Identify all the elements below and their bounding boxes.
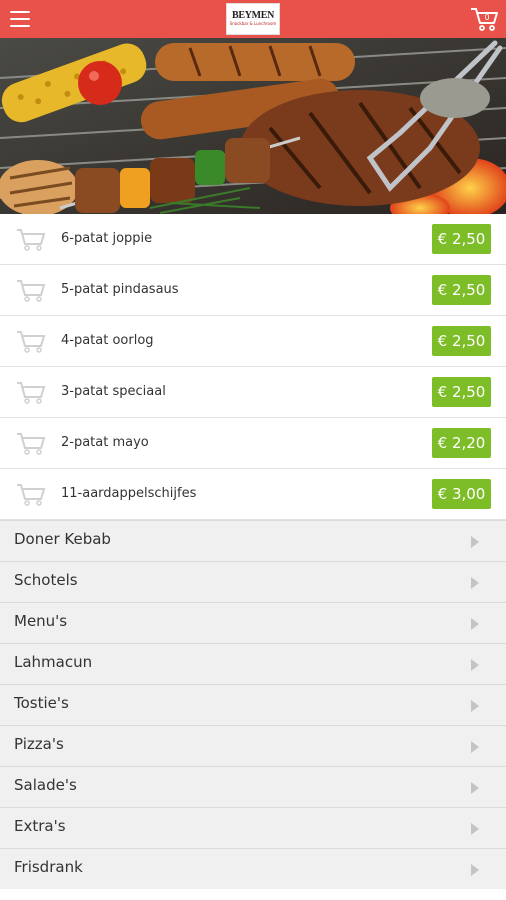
product-row[interactable]: 11-aardappelschijfes € 3,00 — [0, 469, 506, 520]
category-schotels[interactable]: Schotels — [0, 561, 506, 602]
cart-icon[interactable] — [16, 279, 46, 303]
chevron-right-icon — [471, 823, 479, 835]
cart-icon[interactable] — [16, 483, 46, 507]
product-name: 5-patat pindasaus — [61, 282, 179, 297]
category-label: Frisdrank — [14, 858, 83, 876]
category-label: Salade's — [14, 776, 77, 794]
product-name: 11-aardappelschijfes — [61, 486, 197, 501]
category-list: Doner Kebab Schotels Menu's Lahmacun Tos… — [0, 520, 506, 889]
svg-text:0: 0 — [484, 13, 489, 22]
product-list: 6-patat joppie € 2,50 5-patat pindasaus … — [0, 214, 506, 520]
category-label: Lahmacun — [14, 653, 93, 671]
category-tosties[interactable]: Tostie's — [0, 684, 506, 725]
category-label: Pizza's — [14, 735, 64, 753]
chevron-right-icon — [471, 700, 479, 712]
product-name: 3-patat speciaal — [61, 384, 166, 399]
price-button[interactable]: € 2,50 — [432, 377, 491, 407]
cart-icon[interactable] — [16, 381, 46, 405]
category-pizzas[interactable]: Pizza's — [0, 725, 506, 766]
price-button[interactable]: € 2,50 — [432, 275, 491, 305]
price-button[interactable]: € 2,50 — [432, 224, 491, 254]
shopping-cart-icon[interactable]: 0 — [470, 6, 498, 32]
cart-icon[interactable] — [16, 330, 46, 354]
product-row[interactable]: 4-patat oorlog € 2,50 — [0, 316, 506, 367]
product-name: 4-patat oorlog — [61, 333, 154, 348]
cart-icon[interactable] — [16, 432, 46, 456]
logo-text: BEYMEN — [231, 10, 275, 21]
chevron-right-icon — [471, 659, 479, 671]
price-button[interactable]: € 3,00 — [432, 479, 491, 509]
category-frisdrank[interactable]: Frisdrank — [0, 848, 506, 889]
hero-image — [0, 38, 506, 214]
category-doner-kebab[interactable]: Doner Kebab — [0, 520, 506, 561]
price-button[interactable]: € 2,20 — [432, 428, 491, 458]
chevron-right-icon — [471, 741, 479, 753]
category-extras[interactable]: Extra's — [0, 807, 506, 848]
category-lahmacun[interactable]: Lahmacun — [0, 643, 506, 684]
chevron-right-icon — [471, 536, 479, 548]
category-label: Extra's — [14, 817, 66, 835]
cart-icon[interactable] — [16, 228, 46, 252]
product-row[interactable]: 2-patat mayo € 2,20 — [0, 418, 506, 469]
category-label: Menu's — [14, 612, 68, 630]
hamburger-icon[interactable] — [10, 11, 30, 27]
category-label: Schotels — [14, 571, 78, 589]
product-row[interactable]: 6-patat joppie € 2,50 — [0, 214, 506, 265]
category-salades[interactable]: Salade's — [0, 766, 506, 807]
product-name: 6-patat joppie — [61, 231, 153, 246]
category-menus[interactable]: Menu's — [0, 602, 506, 643]
product-row[interactable]: 3-patat speciaal € 2,50 — [0, 367, 506, 418]
category-label: Doner Kebab — [14, 530, 111, 548]
product-name: 2-patat mayo — [61, 435, 149, 450]
chevron-right-icon — [471, 782, 479, 794]
logo-subtext: Snackbar & Lunchroom — [229, 21, 277, 26]
product-row[interactable]: 5-patat pindasaus € 2,50 — [0, 265, 506, 316]
price-button[interactable]: € 2,50 — [432, 326, 491, 356]
chevron-right-icon — [471, 577, 479, 589]
chevron-right-icon — [471, 864, 479, 876]
top-bar: BEYMEN Snackbar & Lunchroom 0 — [0, 0, 506, 38]
chevron-right-icon — [471, 618, 479, 630]
logo[interactable]: BEYMEN Snackbar & Lunchroom — [226, 3, 280, 35]
category-label: Tostie's — [14, 694, 69, 712]
